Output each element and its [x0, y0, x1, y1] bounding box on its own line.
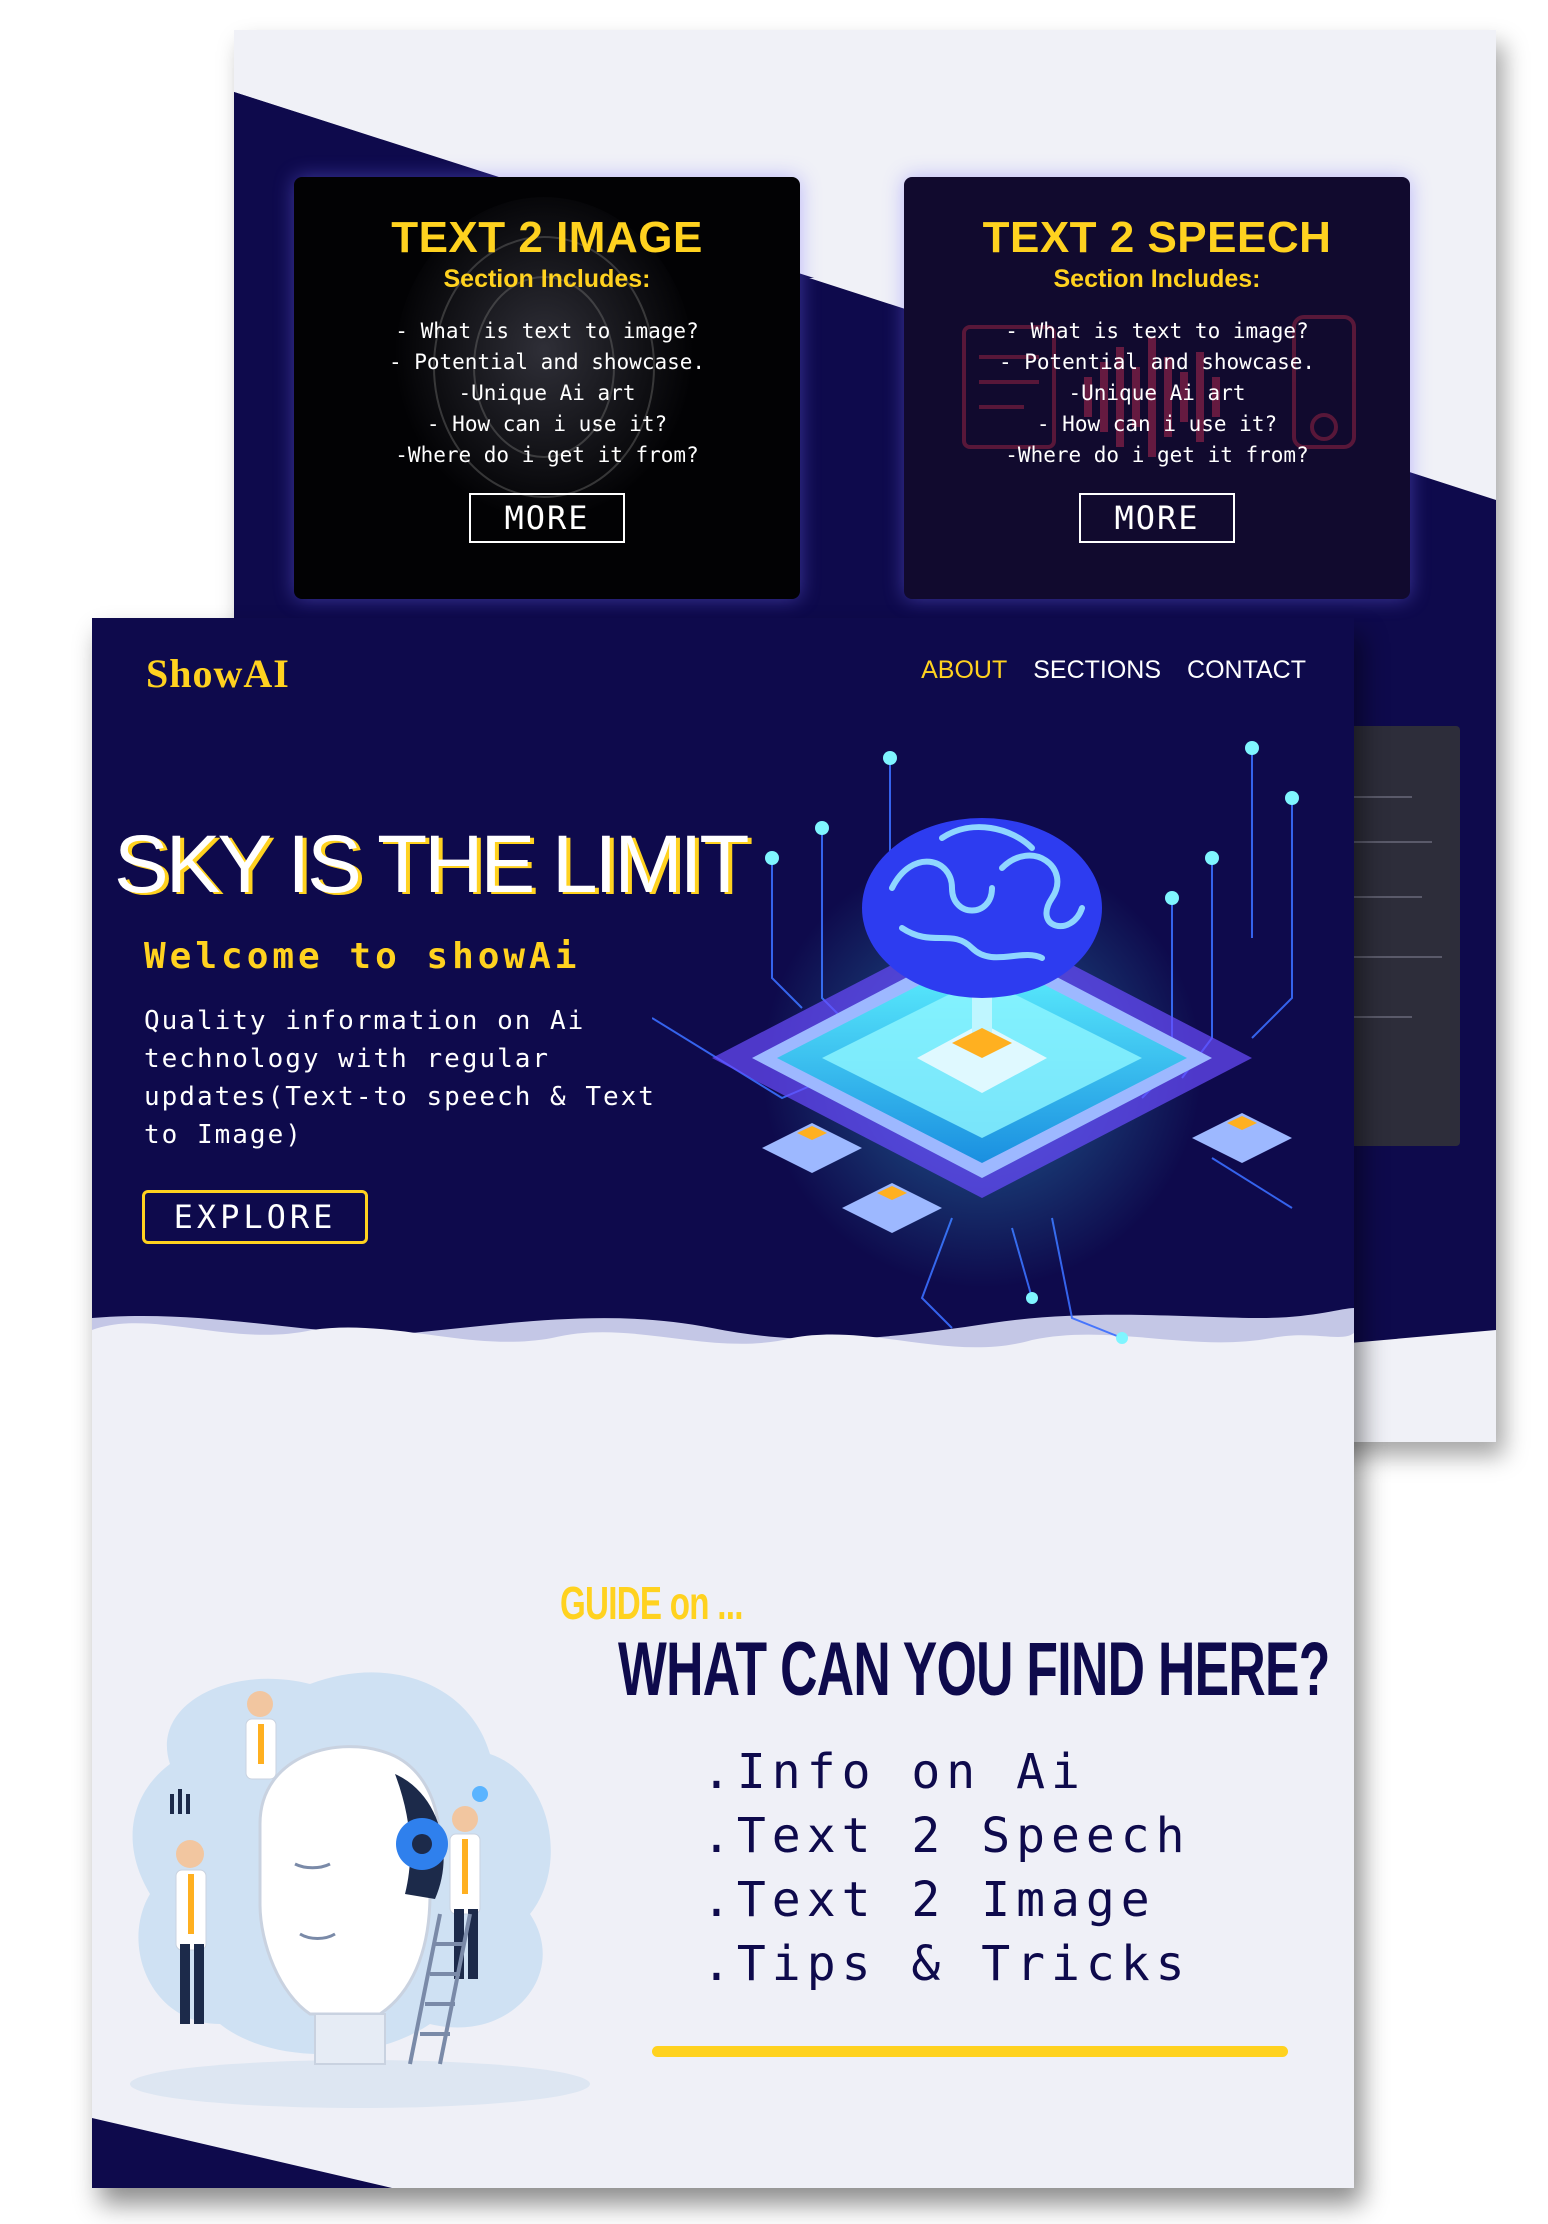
nav-sections[interactable]: SECTIONS [1033, 656, 1161, 685]
text-to-image-card: TEXT 2 IMAGE Section Includes: - What is… [294, 177, 800, 599]
card-list-item: - Potential and showcase. [388, 350, 706, 374]
hero-welcome: Welcome to showAi [144, 936, 581, 977]
card-list-item: -Where do i get it from? [1005, 443, 1309, 467]
guide-kicker: GUIDE on ... [560, 1577, 743, 1629]
card-list-item: - What is text to image? [395, 319, 699, 343]
guide-list-item: .Text 2 Speech [702, 1808, 1191, 1864]
navy-corner-wedge [92, 2118, 392, 2188]
text-to-speech-card: TEXT 2 SPEECH Section Includes: - What i… [904, 177, 1410, 599]
guide-list-item: .Info on Ai [702, 1744, 1086, 1800]
card-list-item: - How can i use it? [1036, 412, 1278, 436]
circuit-brain-illustration [652, 741, 1299, 1344]
hero-section: ShowAI ABOUT SECTIONS CONTACT SKY IS THE… [92, 618, 1354, 1418]
card-subtitle: Section Includes: [1053, 265, 1261, 293]
card-list-item: - What is text to image? [1005, 319, 1309, 343]
guide-list-item: .Text 2 Image [702, 1872, 1156, 1928]
nav-about[interactable]: ABOUT [921, 656, 1007, 685]
guide-list-item: .Tips & Tricks [702, 1936, 1191, 1992]
accent-underline [652, 2046, 1288, 2057]
card-list-item: - Potential and showcase. [998, 350, 1316, 374]
more-button[interactable]: MORE [469, 493, 625, 543]
guide-list: .Info on Ai .Text 2 Speech .Text 2 Image… [702, 1740, 1191, 1996]
card-subtitle: Section Includes: [443, 265, 651, 293]
card-list-item: - How can i use it? [426, 412, 668, 436]
brand-logo[interactable]: ShowAI [146, 650, 290, 697]
ai-robot-head-illustration [130, 1672, 590, 2108]
card-list-item: -Where do i get it from? [395, 443, 699, 467]
hero-description: Quality information on Ai technology wit… [144, 1006, 656, 1150]
card-list: - What is text to image? - Potential and… [294, 316, 800, 471]
nav-contact[interactable]: CONTACT [1187, 656, 1306, 685]
card-list-item: -Unique Ai art [1068, 381, 1246, 405]
card-list-item: -Unique Ai art [458, 381, 636, 405]
guide-heading: WHAT CAN YOU FIND HERE? [618, 1627, 1330, 1712]
explore-button[interactable]: EXPLORE [142, 1190, 368, 1244]
card-list: - What is text to image? - Potential and… [904, 316, 1410, 471]
more-button[interactable]: MORE [1079, 493, 1235, 543]
top-nav: ABOUT SECTIONS CONTACT [921, 656, 1306, 685]
front-page-mockup: ShowAI ABOUT SECTIONS CONTACT SKY IS THE… [92, 618, 1354, 2188]
card-title: TEXT 2 IMAGE [391, 213, 703, 262]
partial-side-panel [1342, 726, 1460, 1146]
card-title: TEXT 2 SPEECH [982, 213, 1332, 262]
